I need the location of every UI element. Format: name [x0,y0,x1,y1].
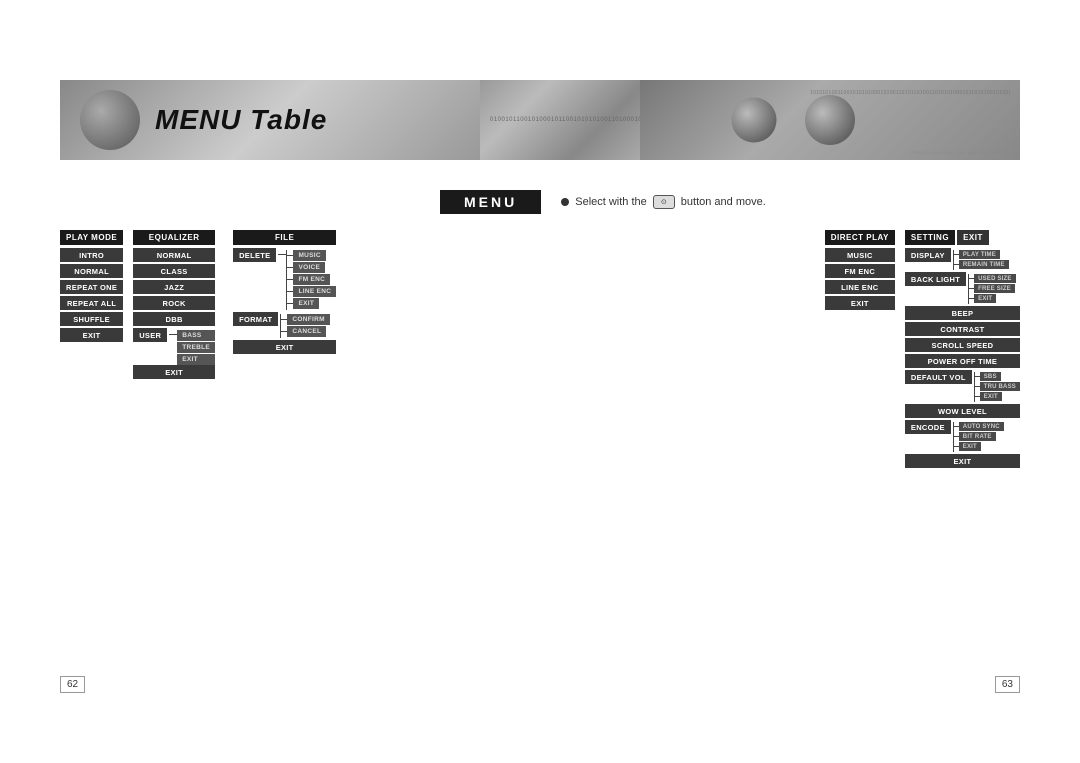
dp-music[interactable]: MUSIC [825,248,895,262]
file-exit[interactable]: EXIT [233,340,336,354]
file-section: FILE DELETE MUSIC VOICE FM ENC LINE ENC … [233,230,336,356]
setting-sbs[interactable]: SBS [980,372,1001,381]
dp-fm-enc[interactable]: FM ENC [825,264,895,278]
file-delete-fm-enc[interactable]: FM ENC [293,274,330,285]
eq-jazz[interactable]: JAZZ [133,280,215,294]
play-mode-intro[interactable]: INTRO [60,248,123,262]
eq-user[interactable]: USER [133,328,167,342]
header-circle-decoration [80,90,140,150]
header-title: MENU Table [155,104,327,136]
setting-display[interactable]: DISPLAY [905,248,951,262]
setting-exit-label[interactable]: EXIT [957,230,989,245]
setting-encode-exit[interactable]: EXIT [959,442,981,451]
main-content: MENU Select with the ⊙ button and move. … [60,190,1020,703]
menu-header: MENU Select with the ⊙ button and move. [60,190,1020,214]
dp-exit[interactable]: EXIT [825,296,895,310]
setting-display-remain-time[interactable]: REMAIN TIME [959,260,1009,269]
play-mode-shuffle[interactable]: SHUFFLE [60,312,123,326]
play-mode-repeat-all[interactable]: REPEAT ALL [60,296,123,310]
setting-exit[interactable]: EXIT [905,454,1020,468]
play-mode-repeat-one[interactable]: REPEAT ONE [60,280,123,294]
file-delete-line-enc[interactable]: LINE ENC [293,286,336,297]
setting-scroll-speed[interactable]: SCROLL SPEED [905,338,1020,352]
bullet-dot [561,198,569,206]
equalizer-label: EQUALIZER [133,230,215,245]
file-delete-exit[interactable]: EXIT [293,298,319,309]
setting-wow-level[interactable]: WOW LEVEL [905,404,1020,418]
setting-bl-free-size[interactable]: FREE SIZE [974,284,1015,293]
header-data-strip: 0100101100101000101100101010100110100010… [480,80,640,160]
file-delete-music[interactable]: MUSIC [293,250,325,261]
file-label: FILE [233,230,336,245]
setting-label: SETTING [905,230,955,245]
eq-user-exit[interactable]: EXIT [177,354,215,365]
play-mode-normal[interactable]: NORMAL [60,264,123,278]
play-mode-label: PLAY MODE [60,230,123,245]
menu-instruction: Select with the ⊙ button and move. [561,195,766,209]
setting-contrast[interactable]: CONTRAST [905,322,1020,336]
eq-exit[interactable]: EXIT [133,365,215,379]
setting-tru-bass[interactable]: TRU BASS [980,382,1020,391]
setting-bl-exit[interactable]: EXIT [974,294,996,303]
dp-line-enc[interactable]: LINE ENC [825,280,895,294]
file-format[interactable]: FORMAT [233,312,278,326]
setting-back-light[interactable]: BACK LIGHT [905,272,966,286]
header-banner: MENU Table 01001011001010001011001010101… [60,80,1020,160]
eq-class[interactable]: CLASS [133,264,215,278]
direct-play-section: DIRECT PLAY MUSIC FM ENC LINE ENC EXIT [825,230,895,312]
setting-bl-used-size[interactable]: USED SIZE [974,274,1015,283]
equalizer-section: EQUALIZER NORMAL CLASS JAZZ ROCK DBB USE… [133,230,215,381]
setting-display-play-time[interactable]: PLAY TIME [959,250,1000,259]
setting-auto-sync[interactable]: AUTO SYNC [959,422,1004,431]
setting-bit-rate[interactable]: BIT RATE [959,432,996,441]
menu-title: MENU [440,190,541,214]
play-mode-exit[interactable]: EXIT [60,328,123,342]
jog-wheel-icon: ⊙ [653,195,675,209]
eq-rock[interactable]: ROCK [133,296,215,310]
file-format-cancel[interactable]: CANCEL [287,326,326,337]
setting-vol-exit[interactable]: EXIT [980,392,1002,401]
eq-normal[interactable]: NORMAL [133,248,215,262]
header-right-decoration: 1010101001100101010100010100110101101001… [640,80,1020,160]
setting-power-off-time[interactable]: POWER OFF TIME [905,354,1020,368]
setting-section: SETTING EXIT DISPLAY PLAY TIME REMAIN TI… [905,230,1020,470]
play-mode-section: PLAY MODE INTRO NORMAL REPEAT ONE REPEAT… [60,230,123,344]
page-number-left: 62 [60,676,85,693]
header-left: MENU Table [60,80,480,160]
eq-treble[interactable]: TREBLE [177,342,215,353]
file-delete[interactable]: DELETE [233,248,276,262]
menu-tree: PLAY MODE INTRO NORMAL REPEAT ONE REPEAT… [60,230,1020,470]
eq-dbb[interactable]: DBB [133,312,215,326]
direct-play-label: DIRECT PLAY [825,230,895,245]
page-number-right: 63 [995,676,1020,693]
file-delete-voice[interactable]: VOICE [293,262,325,273]
file-format-confirm[interactable]: CONFIRM [287,314,329,325]
eq-bass[interactable]: BASS [177,330,215,341]
setting-encode[interactable]: ENCODE [905,420,951,434]
setting-default-vol[interactable]: DEFAULT VOL [905,370,972,384]
setting-beep[interactable]: BEEP [905,306,1020,320]
